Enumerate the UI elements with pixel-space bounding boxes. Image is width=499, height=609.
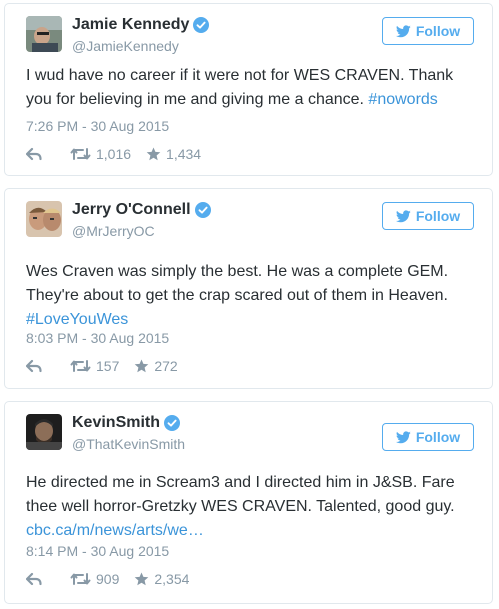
twitter-bird-icon (395, 430, 411, 443)
tweet-card: Jerry O'Connell @MrJerryOC Follow Wes Cr… (4, 188, 493, 389)
retweet-icon (70, 148, 91, 160)
reply-icon (26, 147, 42, 161)
star-icon (135, 572, 149, 586)
author-handle[interactable]: @JamieKennedy (72, 38, 179, 54)
reply-icon (26, 572, 42, 586)
star-icon (146, 147, 161, 161)
tweet-actions: 157 272 (26, 358, 178, 374)
like-button[interactable]: 1,434 (146, 146, 201, 162)
like-count: 272 (154, 358, 178, 374)
twitter-bird-icon (395, 209, 411, 222)
follow-button[interactable]: Follow (382, 17, 474, 45)
retweet-count: 1,016 (96, 146, 132, 162)
like-button[interactable]: 272 (134, 358, 178, 374)
author-handle[interactable]: @MrJerryOC (72, 223, 155, 239)
author-name[interactable]: Jamie Kennedy (72, 16, 189, 34)
follow-label: Follow (415, 23, 461, 39)
timestamp[interactable]: 8:14 PM - 30 Aug 2015 (26, 543, 169, 559)
timestamp[interactable]: 7:26 PM - 30 Aug 2015 (26, 118, 169, 134)
hashtag-link[interactable]: #nowords (368, 91, 437, 108)
author-handle[interactable]: @ThatKevinSmith (72, 436, 185, 452)
reply-icon (26, 359, 42, 373)
hashtag-link[interactable]: #LoveYouWes (26, 311, 128, 328)
avatar[interactable] (26, 16, 62, 52)
reply-button[interactable] (26, 572, 42, 586)
author-name-row: Jamie Kennedy (72, 16, 210, 34)
retweet-button[interactable]: 157 (70, 358, 119, 374)
tweet-actions: 909 2,354 (26, 571, 189, 587)
tweet-text: Wes Craven was simply the best. He was a… (26, 260, 476, 332)
follow-label: Follow (415, 429, 461, 445)
retweet-icon (70, 573, 91, 585)
tweet-actions: 1,016 1,434 (26, 146, 201, 162)
avatar[interactable] (26, 414, 62, 450)
tweet-body: Wes Craven was simply the best. He was a… (26, 263, 449, 304)
like-button[interactable]: 2,354 (134, 571, 189, 587)
verified-badge-icon (193, 17, 210, 33)
retweet-count: 157 (96, 358, 120, 374)
author-name-row: Jerry O'Connell (72, 201, 211, 219)
timestamp[interactable]: 8:03 PM - 30 Aug 2015 (26, 330, 169, 346)
tweet-text: I wud have no career if it were not for … (26, 64, 476, 112)
retweet-icon (70, 360, 91, 372)
follow-button[interactable]: Follow (382, 202, 474, 230)
star-icon (135, 359, 149, 373)
retweet-button[interactable]: 1,016 (70, 146, 131, 162)
like-count: 2,354 (154, 571, 190, 587)
reply-button[interactable] (26, 359, 42, 373)
like-count: 1,434 (166, 146, 202, 162)
tweet-body: He directed me in Scream3 and I directed… (26, 474, 455, 515)
follow-button[interactable]: Follow (382, 423, 474, 451)
retweet-button[interactable]: 909 (70, 571, 119, 587)
article-link[interactable]: cbc.ca/m/news/arts/we… (26, 522, 204, 539)
verified-badge-icon (164, 415, 181, 431)
author-name-row: KevinSmith (72, 414, 181, 432)
verified-badge-icon (194, 202, 211, 218)
tweet-card: KevinSmith @ThatKevinSmith Follow He dir… (4, 401, 493, 604)
retweet-count: 909 (96, 571, 120, 587)
avatar[interactable] (26, 201, 62, 237)
follow-label: Follow (415, 208, 461, 224)
twitter-bird-icon (395, 24, 411, 37)
tweet-text: He directed me in Scream3 and I directed… (26, 471, 476, 543)
reply-button[interactable] (26, 147, 42, 161)
author-name[interactable]: KevinSmith (72, 414, 160, 432)
tweet-card: Jamie Kennedy @JamieKennedy Follow I wud… (4, 3, 493, 176)
author-name[interactable]: Jerry O'Connell (72, 201, 191, 219)
